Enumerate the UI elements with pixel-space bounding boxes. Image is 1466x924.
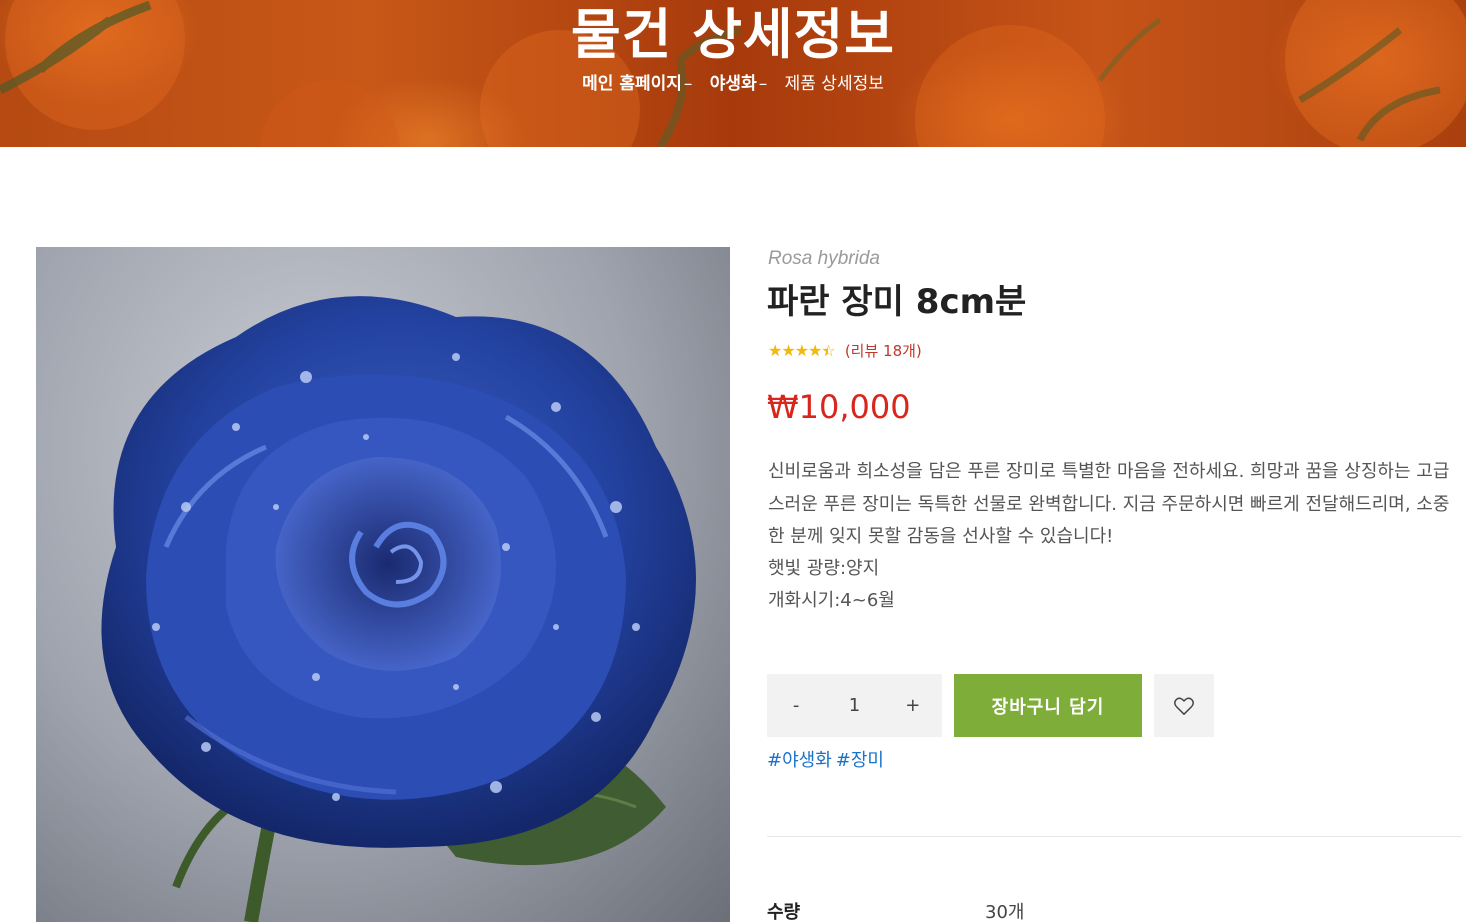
product-name: 파란 장미 8cm분 <box>767 282 1027 322</box>
product-sunlight: 햇빛 광량:양지 <box>768 558 880 579</box>
stock-value: 30개 <box>985 902 1025 923</box>
quantity-increase-button[interactable]: + <box>884 695 942 716</box>
product-latin-name: Rosa hybrida <box>768 248 880 269</box>
product-tags: #야생화 #장미 <box>767 746 888 772</box>
breadcrumb-separator: – <box>683 74 693 94</box>
tag-rose[interactable]: #장미 <box>836 750 884 771</box>
quantity-stepper: - 1 + <box>767 674 942 737</box>
product-price: ₩10,000 <box>767 388 911 426</box>
section-divider <box>767 836 1462 837</box>
breadcrumb-current: 제품 상세정보 <box>784 74 884 94</box>
add-to-cart-button[interactable]: 장바구니 담기 <box>954 674 1142 737</box>
breadcrumb-separator: – <box>758 74 768 94</box>
wishlist-button[interactable] <box>1154 674 1214 737</box>
page-title: 물건 상세정보 <box>571 3 895 66</box>
page-banner: 물건 상세정보 메인 홈페이지 – 야생화 – 제품 상세정보 <box>0 0 1466 147</box>
tag-wildflower[interactable]: #야생화 <box>767 750 832 771</box>
star-full-icon: ★ <box>781 341 795 360</box>
stock-label: 수량 <box>767 902 801 923</box>
review-count[interactable]: (리뷰 18개) <box>845 342 922 360</box>
star-half-icon: ★☆ <box>821 341 835 360</box>
product-rating[interactable]: ★★★★★☆ (리뷰 18개) <box>768 340 922 361</box>
rating-stars: ★★★★★☆ <box>768 341 839 360</box>
breadcrumb-home[interactable]: 메인 홈페이지 <box>582 74 682 94</box>
product-image <box>36 247 730 922</box>
star-full-icon: ★ <box>794 341 809 360</box>
star-full-icon: ★ <box>808 341 822 360</box>
product-description: 신비로움과 희소성을 담은 푸른 장미로 특별한 마음을 전하세요. 희망과 꿈… <box>768 461 1450 547</box>
quantity-input[interactable]: 1 <box>825 695 883 716</box>
breadcrumb: 메인 홈페이지 – 야생화 – 제품 상세정보 <box>0 69 1466 94</box>
heart-icon <box>1174 697 1194 715</box>
blue-rose-illustration <box>101 296 697 922</box>
star-full-icon: ★ <box>768 341 782 360</box>
breadcrumb-category[interactable]: 야생화 <box>710 74 757 94</box>
quantity-decrease-button[interactable]: - <box>767 695 825 716</box>
product-bloom-period: 개화시기:4~6월 <box>768 590 895 611</box>
